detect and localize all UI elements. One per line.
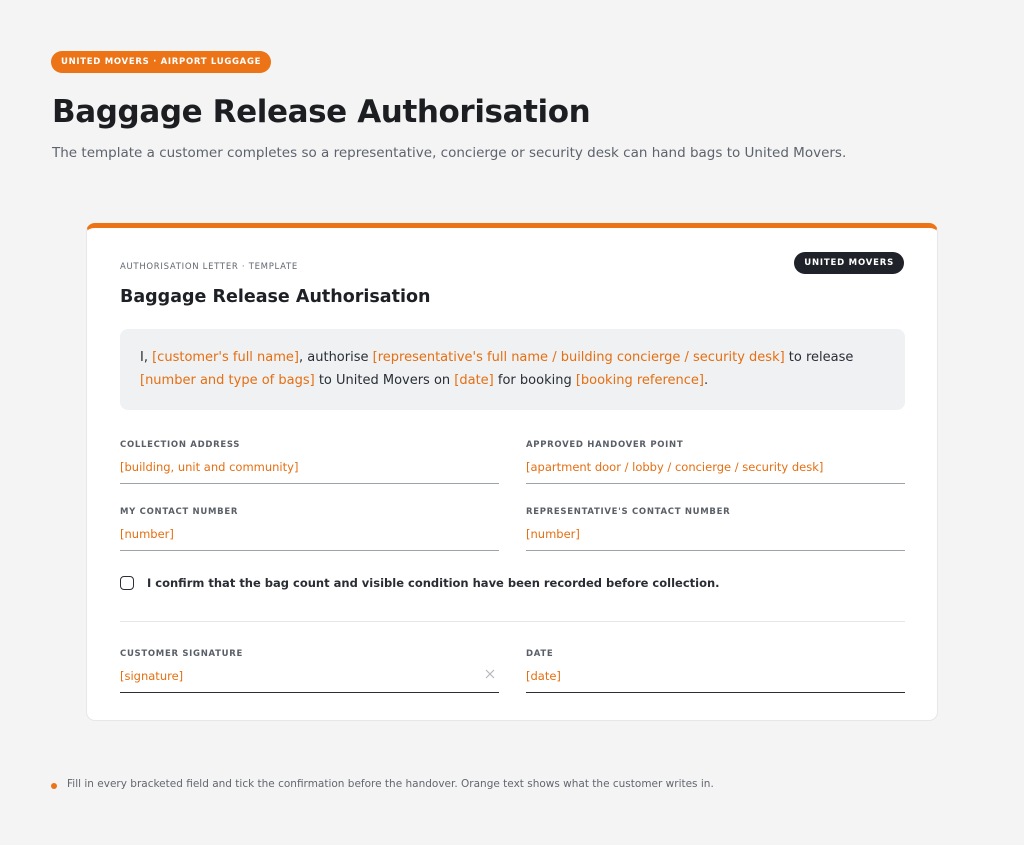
bags-field[interactable]: [number and type of bags] [140,373,315,388]
signature-field[interactable]: CUSTOMER SIGNATURE [signature] [120,649,499,693]
statement-text: for booking [493,373,576,388]
collection-address-field[interactable]: COLLECTION ADDRESS [building, unit and c… [120,440,499,484]
release-date-field[interactable]: [date] [454,373,493,388]
my-contact-field[interactable]: MY CONTACT NUMBER [number] [120,507,499,551]
handover-point-value[interactable]: [apartment door / lobby / concierge / se… [526,460,823,474]
signature-date-value[interactable]: [date] [526,669,561,683]
card-title: Baggage Release Authorisation [120,287,431,307]
authorisation-statement: I, [customer's full name], authorise [re… [120,329,905,410]
collection-address-value[interactable]: [building, unit and community] [120,460,298,474]
customer-name-field[interactable]: [customer's full name] [152,350,299,365]
signature-date-field[interactable]: DATE [date] [526,649,905,693]
footnote-text: Fill in every bracketed field and tick t… [67,778,714,790]
collection-address-label: COLLECTION ADDRESS [120,440,241,450]
confirmation-label[interactable]: I confirm that the bag count and visible… [147,576,720,590]
bullet-dot-icon [51,783,57,789]
signature-label: CUSTOMER SIGNATURE [120,649,244,659]
company-badge: UNITED MOVERS [794,252,904,274]
handover-point-label: APPROVED HANDOVER POINT [526,440,684,450]
rep-contact-value[interactable]: [number] [526,527,580,541]
representative-field[interactable]: [representative's full name / building c… [373,350,785,365]
statement-text: , authorise [299,350,373,365]
divider [120,621,905,622]
brand-tag: UNITED MOVERS · AIRPORT LUGGAGE [51,51,272,73]
page-subtitle: The template a customer completes so a r… [52,145,847,161]
my-contact-value[interactable]: [number] [120,527,174,541]
signature-date-label: DATE [526,649,554,659]
handover-point-field[interactable]: APPROVED HANDOVER POINT [apartment door … [526,440,905,484]
statement-text: to United Movers on [314,373,455,388]
booking-reference-field[interactable]: [booking reference] [576,373,704,388]
card-eyebrow: AUTHORISATION LETTER · TEMPLATE [120,262,298,272]
statement-text: . [703,373,709,388]
page-title: Baggage Release Authorisation [52,94,591,130]
rep-contact-field[interactable]: REPRESENTATIVE'S CONTACT NUMBER [number] [526,507,905,551]
statement-text: to release [784,350,854,365]
my-contact-label: MY CONTACT NUMBER [120,507,239,517]
authorisation-card: AUTHORISATION LETTER · TEMPLATE UNITED M… [86,223,938,721]
statement-text: I, [140,350,153,365]
confirmation-checkbox[interactable] [120,576,134,590]
close-icon[interactable] [483,668,497,682]
signature-value[interactable]: [signature] [120,669,183,683]
rep-contact-label: REPRESENTATIVE'S CONTACT NUMBER [526,507,731,517]
